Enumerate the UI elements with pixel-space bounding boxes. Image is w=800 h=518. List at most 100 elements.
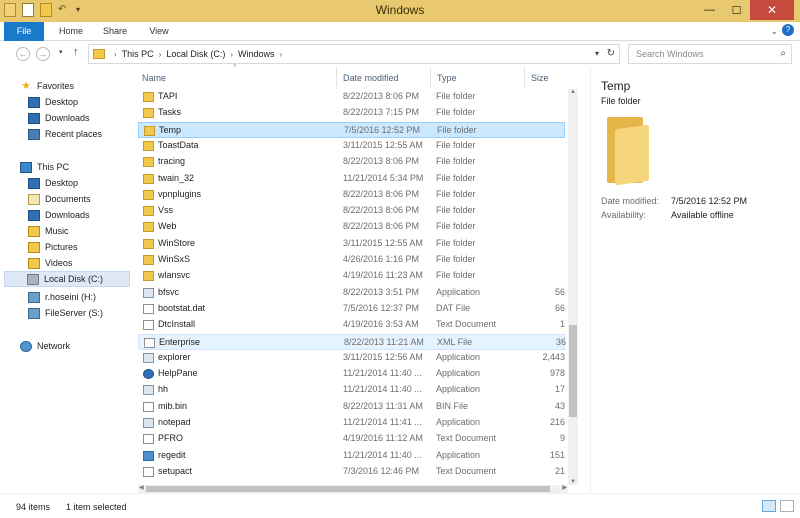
file-row[interactable]: tracing 8/22/2013 8:06 PM File folder <box>138 154 565 170</box>
up-button[interactable]: ↑ <box>73 46 79 58</box>
chevron-right-icon[interactable]: › <box>230 50 233 59</box>
nav-fav-desktop[interactable]: Desktop <box>28 94 128 110</box>
scroll-right-icon[interactable]: ▶ <box>562 484 567 491</box>
search-icon[interactable]: ⌕ <box>780 45 786 63</box>
forward-button[interactable]: → <box>36 47 50 61</box>
horizontal-scroll-thumb[interactable] <box>146 486 550 492</box>
file-row[interactable]: Web 8/22/2013 8:06 PM File folder <box>138 219 565 235</box>
file-type: Application <box>436 417 481 427</box>
nav-pc-local-disk[interactable]: Local Disk (C:) <box>4 271 130 287</box>
chevron-right-icon[interactable]: › <box>280 50 283 59</box>
nav-fav-downloads[interactable]: Downloads <box>28 110 128 126</box>
file-row[interactable]: Tasks 8/22/2013 7:15 PM File folder <box>138 105 565 121</box>
file-row[interactable]: notepad 11/21/2014 11:41 ... Application 21… <box>138 415 565 431</box>
file-row[interactable]: TAPI 8/22/2013 8:06 PM File folder <box>138 89 565 105</box>
details-view-icon[interactable] <box>762 500 776 512</box>
file-row[interactable]: twain_32 11/21/2014 5:34 PM File folder <box>138 171 565 187</box>
breadcrumb-windows[interactable]: Windows <box>238 49 275 59</box>
help-icon[interactable]: ? <box>782 24 794 36</box>
file-name: Enterprise <box>159 336 201 347</box>
file-name: vpnplugins <box>158 188 202 199</box>
column-header-date[interactable]: Date modified <box>337 67 431 89</box>
scroll-up-icon[interactable]: ▲ <box>570 89 576 95</box>
file-type: File folder <box>436 205 476 216</box>
file-row[interactable]: regedit 11/21/2014 11:40 ... Application 15… <box>138 448 565 464</box>
file-row[interactable]: wlansvc 4/19/2016 11:23 AM File folder <box>138 268 565 284</box>
scroll-down-icon[interactable]: ▼ <box>570 479 576 485</box>
preview-date-value: 7/5/2016 12:52 PM <box>671 196 748 206</box>
file-row[interactable]: ToastData 3/11/2015 12:55 AM File folder <box>138 138 565 154</box>
nav-this-pc[interactable]: This PC <box>20 159 150 175</box>
nav-pc-s-drive[interactable]: FileServer (S:) <box>28 305 128 321</box>
file-row[interactable]: DtcInstall 4/19/2016 3:53 AM Text Document… <box>138 317 565 333</box>
column-header-size[interactable]: Size <box>525 67 567 89</box>
file-type: File folder <box>436 107 476 118</box>
close-button[interactable]: ✕ <box>750 0 794 20</box>
large-icons-view-icon[interactable] <box>780 500 794 512</box>
nav-network[interactable]: Network <box>20 338 150 354</box>
file-row[interactable]: bfsvc 8/22/2013 3:51 PM Application 56 <box>138 285 565 301</box>
file-type: File folder <box>436 156 476 167</box>
vertical-scrollbar[interactable]: ▲ ▼ <box>568 89 578 485</box>
file-row[interactable]: PFRO 4/19/2016 11:12 AM Text Document 9 <box>138 431 565 447</box>
chevron-right-icon[interactable]: › <box>159 50 162 59</box>
folder-icon <box>143 140 154 151</box>
nav-fav-recent[interactable]: Recent places <box>28 126 128 142</box>
file-row[interactable]: setupact 7/3/2016 12:46 PM Text Document 21 <box>138 464 565 480</box>
scroll-left-icon[interactable]: ◀ <box>139 484 144 491</box>
tab-home[interactable]: Home <box>50 22 92 41</box>
nav-pc-music[interactable]: Music <box>28 223 128 239</box>
refresh-icon[interactable]: ↻ <box>607 48 615 59</box>
selection-count: 1 item selected <box>66 502 127 512</box>
chevron-right-icon[interactable]: › <box>114 50 117 59</box>
file-row[interactable]: bootstat.dat 7/5/2016 12:37 PM DAT File 66 <box>138 301 565 317</box>
folder-icon <box>143 255 154 265</box>
file-row[interactable]: WinStore 3/11/2015 12:55 AM File folder <box>138 236 565 252</box>
breadcrumb-this-pc[interactable]: This PC <box>122 49 154 59</box>
folder-icon <box>93 49 105 59</box>
nav-label: Music <box>45 226 69 236</box>
file-row[interactable]: explorer 3/11/2015 12:56 AM Application 2,4… <box>138 350 565 366</box>
file-row[interactable]: WinSxS 4/26/2016 1:16 PM File folder <box>138 252 565 268</box>
nav-favorites[interactable]: ★ Favorites <box>20 78 150 94</box>
nav-label: This PC <box>37 162 70 172</box>
tab-view[interactable]: View <box>138 22 180 41</box>
file-row[interactable]: HelpPane 11/21/2014 11:40 ... Application 9… <box>138 366 565 382</box>
address-bar[interactable]: › This PC › Local Disk (C:) › Windows › … <box>88 44 620 64</box>
column-header-name[interactable]: Name <box>136 67 337 89</box>
minimize-button[interactable]: — <box>696 0 723 20</box>
nav-pc-downloads[interactable]: Downloads <box>28 207 128 223</box>
nav-label: Local Disk (C:) <box>44 274 104 284</box>
search-placeholder: Search Windows <box>636 49 704 59</box>
column-header-type[interactable]: Type <box>431 67 525 89</box>
recent-locations-icon[interactable]: ▾ <box>59 48 63 56</box>
horizontal-scrollbar[interactable]: ◀ ▶ <box>138 485 568 493</box>
folder-icon <box>143 92 154 102</box>
nav-pc-videos[interactable]: Videos <box>28 255 128 271</box>
file-type: Application <box>436 449 481 460</box>
details-pane: Temp File folder Date modified: 7/5/2016… <box>590 67 800 493</box>
vertical-scroll-thumb[interactable] <box>569 325 577 417</box>
nav-label: FileServer (S:) <box>45 308 104 318</box>
file-row[interactable]: Enterprise 8/22/2013 11:21 AM XML File 36 <box>138 333 566 350</box>
search-input[interactable]: Search Windows ⌕ <box>628 44 792 64</box>
file-type: File folder <box>436 254 476 264</box>
nav-label: Downloads <box>45 210 90 220</box>
file-row[interactable]: vpnplugins 8/22/2013 8:06 PM File folder <box>138 187 565 203</box>
nav-pc-pictures[interactable]: Pictures <box>28 239 128 255</box>
file-row[interactable]: Vss 8/22/2013 8:06 PM File folder <box>138 203 565 219</box>
nav-pc-desktop[interactable]: Desktop <box>28 175 128 191</box>
maximize-button[interactable]: ☐ <box>723 0 750 20</box>
star-icon: ★ <box>21 79 31 92</box>
nav-pc-documents[interactable]: Documents <box>28 191 128 207</box>
back-button[interactable]: ← <box>16 47 30 61</box>
nav-pc-h-drive[interactable]: r.hoseini (H:) <box>28 289 128 305</box>
tab-share[interactable]: Share <box>94 22 136 41</box>
file-row[interactable]: Temp 7/5/2016 12:52 PM File folder <box>138 121 565 138</box>
address-history-icon[interactable]: ▾ <box>595 49 599 58</box>
tab-file[interactable]: File <box>4 22 44 41</box>
breadcrumb-local-disk[interactable]: Local Disk (C:) <box>166 49 225 59</box>
expand-ribbon-icon[interactable]: ⌄ <box>770 26 778 37</box>
file-row[interactable]: hh 11/21/2014 11:40 ... Application 17 <box>138 382 565 398</box>
file-row[interactable]: mib.bin 8/22/2013 11:31 AM BIN File 43 <box>138 399 565 415</box>
